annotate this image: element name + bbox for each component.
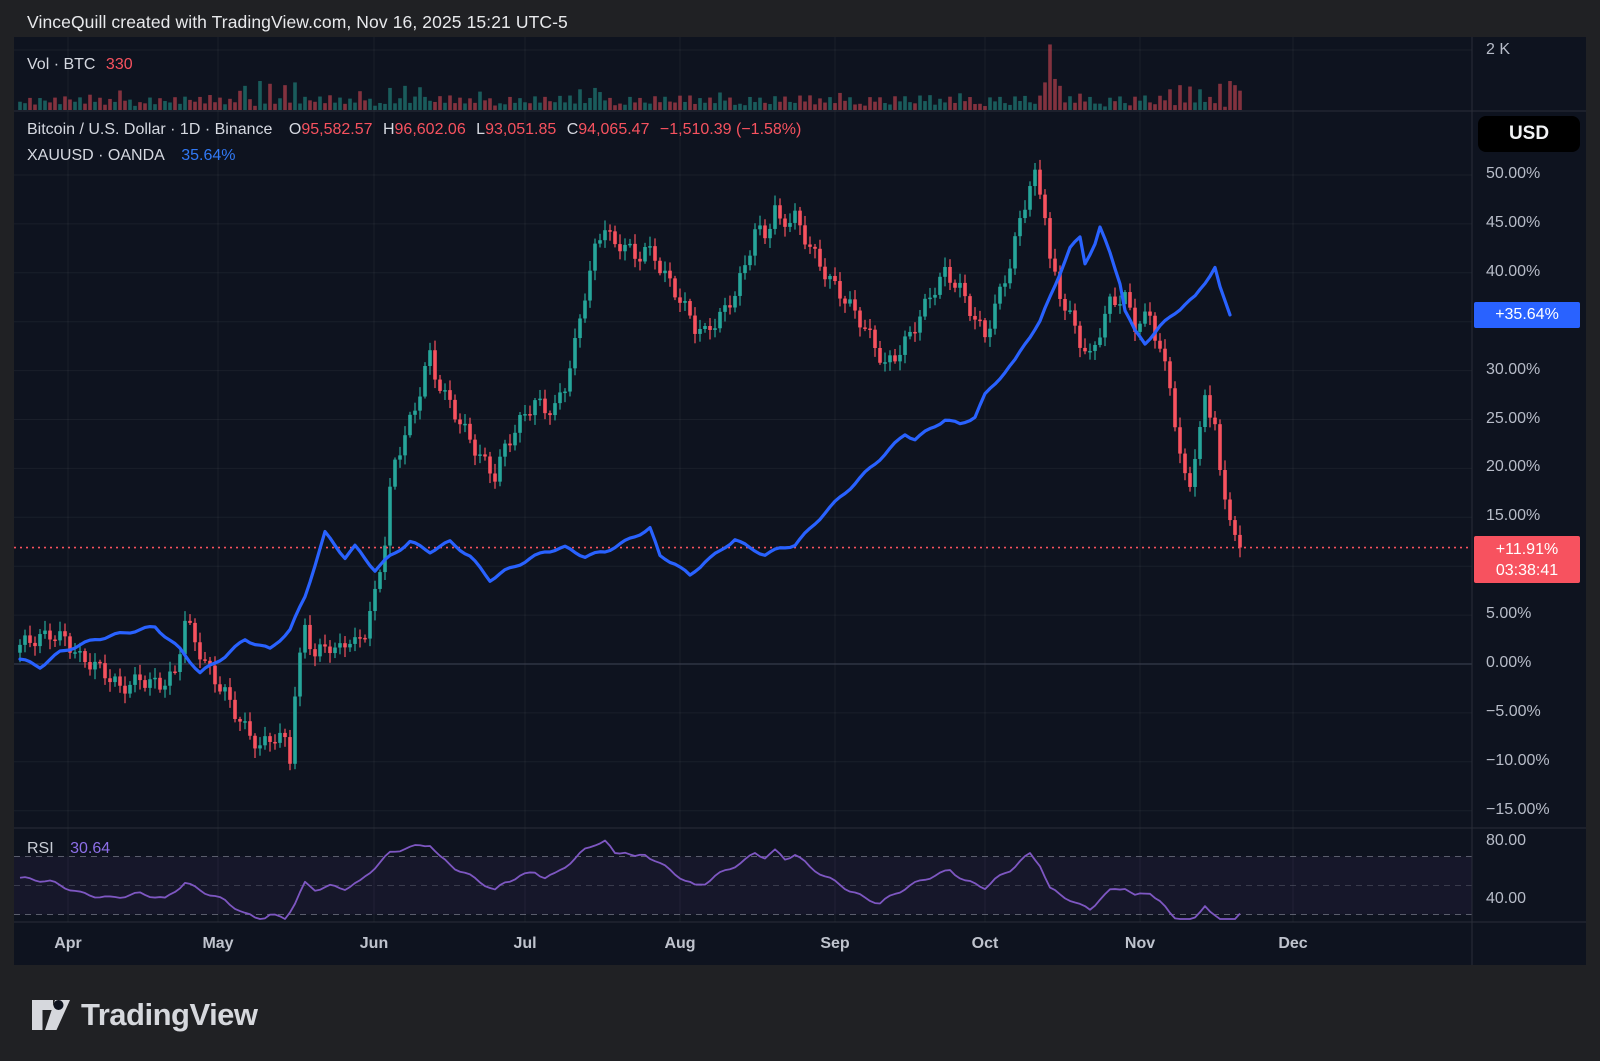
time-axis-label-jun: Jun xyxy=(360,935,388,953)
countdown-timer: 03:38:41 xyxy=(1496,560,1558,581)
time-axis-label-jul: Jul xyxy=(513,935,536,953)
rsi-legend[interactable]: RSI 30.64 xyxy=(27,840,110,858)
price-axis-label: 25.00% xyxy=(1486,410,1540,428)
time-axis-label-sep: Sep xyxy=(820,935,849,953)
rsi-axis-label: 80.00 xyxy=(1486,832,1526,850)
low-label: L xyxy=(476,121,485,138)
close-value: 94,065.47 xyxy=(578,121,649,138)
rsi-axis-label: 40.00 xyxy=(1486,890,1526,908)
page-title: VinceQuill created with TradingView.com,… xyxy=(27,12,568,33)
open-label: O xyxy=(289,121,301,138)
price-axis-label: 5.00% xyxy=(1486,605,1531,623)
symbol-name: Bitcoin / U.S. Dollar · 1D · Binance xyxy=(27,121,272,138)
open-value: 95,582.57 xyxy=(301,121,372,138)
time-axis-label-aug: Aug xyxy=(664,935,695,953)
rsi-legend-label: RSI xyxy=(27,840,54,857)
price-axis-label: 50.00% xyxy=(1486,165,1540,183)
compare-symbol: XAUUSD · OANDA xyxy=(27,147,165,164)
currency-unit-button[interactable]: USD xyxy=(1478,116,1580,152)
price-axis-label: 30.00% xyxy=(1486,361,1540,379)
price-axis-label: 0.00% xyxy=(1486,654,1531,672)
price-axis-label: −5.00% xyxy=(1486,703,1541,721)
compare-legend[interactable]: XAUUSD · OANDA 35.64% xyxy=(27,147,236,165)
price-axis-label: 15.00% xyxy=(1486,507,1540,525)
change-value: −1,510.39 (−1.58%) xyxy=(660,121,801,138)
time-axis-label-may: May xyxy=(202,935,233,953)
price-axis-label: 20.00% xyxy=(1486,458,1540,476)
high-label: H xyxy=(383,121,395,138)
tradingview-logo-icon xyxy=(30,994,72,1036)
price-axis-label: 40.00% xyxy=(1486,263,1540,281)
time-axis-label-dec: Dec xyxy=(1278,935,1307,953)
volume-legend[interactable]: Vol · BTC 330 xyxy=(27,56,133,74)
volume-axis-label: 2 K xyxy=(1486,41,1510,59)
btc-price-badge-value: +11.91% xyxy=(1496,539,1558,560)
tradingview-screenshot: VinceQuill created with TradingView.com,… xyxy=(0,0,1600,1061)
tradingview-logo-text: TradingView xyxy=(81,997,258,1033)
price-axis-label: −15.00% xyxy=(1486,801,1550,819)
time-axis-label-apr: Apr xyxy=(54,935,82,953)
price-axis-label: 45.00% xyxy=(1486,214,1540,232)
time-axis-label-oct: Oct xyxy=(972,935,999,953)
symbol-legend[interactable]: Bitcoin / U.S. Dollar · 1D · Binance O95… xyxy=(27,121,801,139)
tradingview-logo[interactable]: TradingView xyxy=(30,994,258,1036)
close-label: C xyxy=(567,121,579,138)
price-axis-label: −10.00% xyxy=(1486,752,1550,770)
compare-value: 35.64% xyxy=(181,147,235,164)
chart-canvas[interactable] xyxy=(0,0,1600,1061)
volume-legend-label: Vol · BTC xyxy=(27,56,95,73)
low-value: 93,051.85 xyxy=(485,121,556,138)
high-value: 96,602.06 xyxy=(395,121,466,138)
xau-price-badge: +35.64% xyxy=(1474,302,1580,328)
rsi-legend-value: 30.64 xyxy=(70,840,110,857)
time-axis-label-nov: Nov xyxy=(1125,935,1155,953)
volume-legend-value: 330 xyxy=(106,56,133,73)
btc-price-countdown-badge: +11.91% 03:38:41 xyxy=(1474,536,1580,583)
